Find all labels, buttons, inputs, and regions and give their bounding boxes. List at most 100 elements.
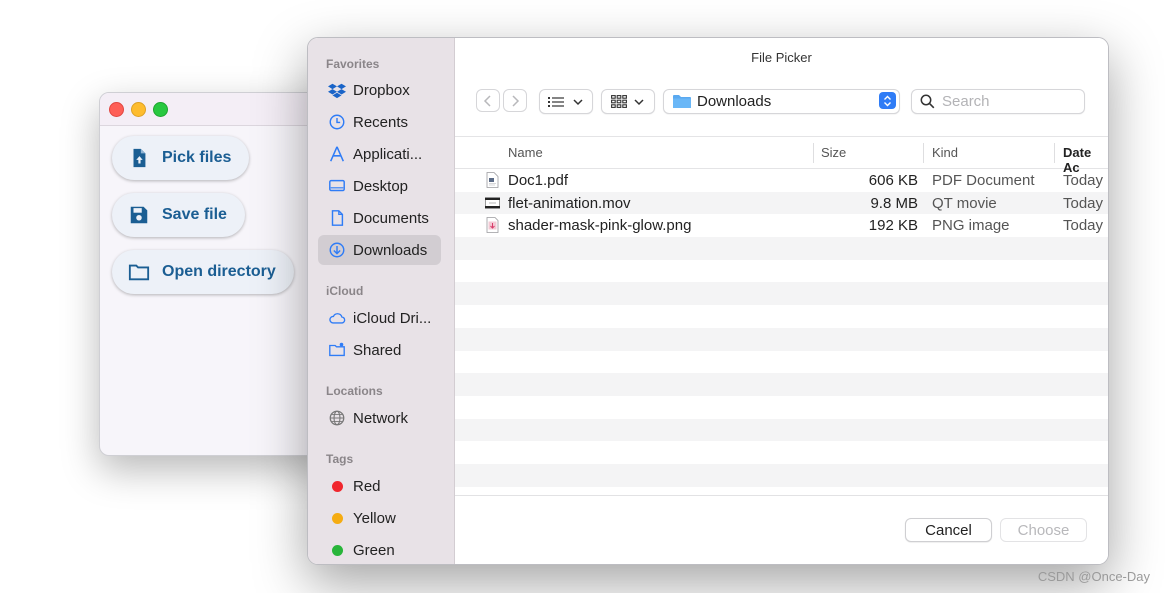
empty-row: [455, 418, 1108, 442]
empty-row: [455, 463, 1108, 487]
cancel-button[interactable]: Cancel: [905, 518, 992, 542]
empty-row: [455, 327, 1108, 351]
sidebar-item-shared[interactable]: Shared: [318, 335, 441, 365]
image-file-icon: [486, 217, 499, 234]
cloud-icon: [328, 309, 346, 327]
tags-header: Tags: [326, 452, 354, 466]
file-size: 606 KB: [868, 172, 918, 189]
sidebar-item-icloud-drive[interactable]: iCloud Dri...: [318, 303, 441, 333]
download-icon: [328, 241, 346, 259]
yellow-tag-icon: [328, 509, 346, 527]
downloads-folder-icon: [673, 95, 691, 108]
sidebar-item-label: Applicati...: [353, 145, 423, 163]
app-titlebar: [100, 93, 332, 126]
file-list: Name Size Kind Date Ac Doc1.pdf 606 KB P…: [455, 136, 1108, 496]
sidebar-tag-yellow[interactable]: Yellow: [318, 503, 441, 533]
back-button[interactable]: [476, 89, 500, 112]
column-header-row: Name Size Kind Date Ac: [455, 137, 1108, 175]
chevron-down-icon: [634, 98, 644, 105]
empty-row: [455, 373, 1108, 396]
shared-folder-icon: [328, 341, 346, 359]
dropbox-icon: [328, 81, 346, 99]
grid-view-button[interactable]: [601, 89, 655, 114]
location-label: Downloads: [697, 93, 772, 110]
column-header-size[interactable]: Size: [821, 145, 846, 160]
chevron-down-icon: [573, 98, 583, 105]
desktop-icon: [328, 177, 346, 195]
file-date: Today: [1063, 194, 1104, 212]
column-header-kind[interactable]: Kind: [932, 145, 958, 160]
empty-row: [455, 396, 1108, 419]
applications-icon: [328, 145, 346, 163]
zoom-window-button[interactable]: [153, 102, 168, 117]
column-divider[interactable]: [1054, 143, 1055, 163]
sidebar-item-label: Documents: [353, 209, 429, 227]
column-divider[interactable]: [923, 143, 924, 163]
file-row-flet-animation-mov[interactable]: flet-animation.mov 9.8 MB QT movie Today: [455, 191, 1108, 215]
minimize-window-button[interactable]: [131, 102, 146, 117]
pick-files-button[interactable]: Pick files: [112, 136, 250, 180]
dialog-title: File Picker: [751, 50, 812, 65]
sidebar-item-desktop[interactable]: Desktop: [318, 171, 441, 201]
grid-view-icon: [611, 95, 627, 108]
back-forward-group: [476, 89, 530, 112]
favorites-header: Favorites: [326, 57, 380, 71]
sidebar-item-label: Network: [353, 409, 409, 427]
dialog-footer: Cancel Choose: [455, 495, 1108, 564]
pick-files-label: Pick files: [162, 149, 232, 166]
empty-row: [455, 282, 1108, 306]
upload-file-icon: [133, 148, 146, 168]
file-date: Today: [1063, 217, 1104, 235]
location-popup[interactable]: Downloads: [663, 89, 900, 114]
sidebar-item-dropbox[interactable]: Dropbox: [318, 75, 441, 105]
open-directory-label: Open directory: [162, 263, 276, 280]
chevron-right-icon: [512, 94, 520, 107]
icloud-header: iCloud: [326, 284, 364, 298]
list-view-button[interactable]: [539, 89, 593, 114]
file-rows: Doc1.pdf 606 KB PDF Document Today flet-…: [455, 169, 1108, 487]
column-header-name[interactable]: Name: [508, 145, 543, 160]
file-name: shader-mask-pink-glow.png: [508, 217, 692, 235]
watermark: CSDN @Once-Day: [1037, 569, 1150, 584]
clock-icon: [328, 113, 346, 131]
close-window-button[interactable]: [109, 102, 124, 117]
file-row-doc1-pdf[interactable]: Doc1.pdf 606 KB PDF Document Today: [455, 169, 1108, 192]
choose-button[interactable]: Choose: [1000, 518, 1087, 542]
empty-row: [455, 237, 1108, 260]
sidebar-item-label: Desktop: [353, 177, 409, 195]
document-icon: [328, 209, 346, 227]
save-file-button[interactable]: Save file: [112, 193, 245, 237]
empty-row: [455, 305, 1108, 328]
column-divider[interactable]: [813, 143, 814, 163]
sidebar-item-label: Dropbox: [353, 81, 410, 99]
sidebar-tag-red[interactable]: Red: [318, 471, 441, 501]
search-placeholder: Search: [942, 93, 990, 110]
open-directory-button[interactable]: Open directory: [112, 250, 294, 294]
floppy-disk-icon: [130, 206, 148, 224]
search-field[interactable]: Search: [911, 89, 1085, 114]
sidebar-item-documents[interactable]: Documents: [318, 203, 441, 233]
file-date: Today: [1063, 172, 1104, 189]
search-icon: [920, 94, 935, 109]
sidebar-item-label: Recents: [353, 113, 409, 131]
sidebar-item-label: Yellow: [353, 509, 396, 527]
sidebar-item-network[interactable]: Network: [318, 403, 441, 433]
sidebar-item-downloads[interactable]: Downloads: [318, 235, 441, 265]
sidebar-item-recents[interactable]: Recents: [318, 107, 441, 137]
file-kind: PNG image: [932, 217, 1010, 235]
chevron-left-icon: [483, 94, 491, 107]
save-file-label: Save file: [162, 206, 227, 223]
green-tag-icon: [328, 541, 346, 559]
app-window: Pick files Save file Open directory: [99, 92, 333, 456]
sidebar-tag-green[interactable]: Green: [318, 535, 441, 564]
main-pane: File Picker Downloads Search Name Size K…: [455, 38, 1108, 564]
sidebar-item-label: Shared: [353, 341, 402, 359]
empty-row: [455, 260, 1108, 283]
sidebar-item-applications[interactable]: Applicati...: [318, 139, 441, 169]
file-row-shader-mask-png[interactable]: shader-mask-pink-glow.png 192 KB PNG ima…: [455, 214, 1108, 237]
forward-button[interactable]: [503, 89, 527, 112]
file-size: 192 KB: [868, 217, 918, 235]
file-picker-dialog: Favorites Dropbox Recents Applicati... D…: [307, 37, 1109, 565]
sidebar-item-label: iCloud Dri...: [353, 309, 432, 327]
pdf-file-icon: [486, 172, 499, 188]
